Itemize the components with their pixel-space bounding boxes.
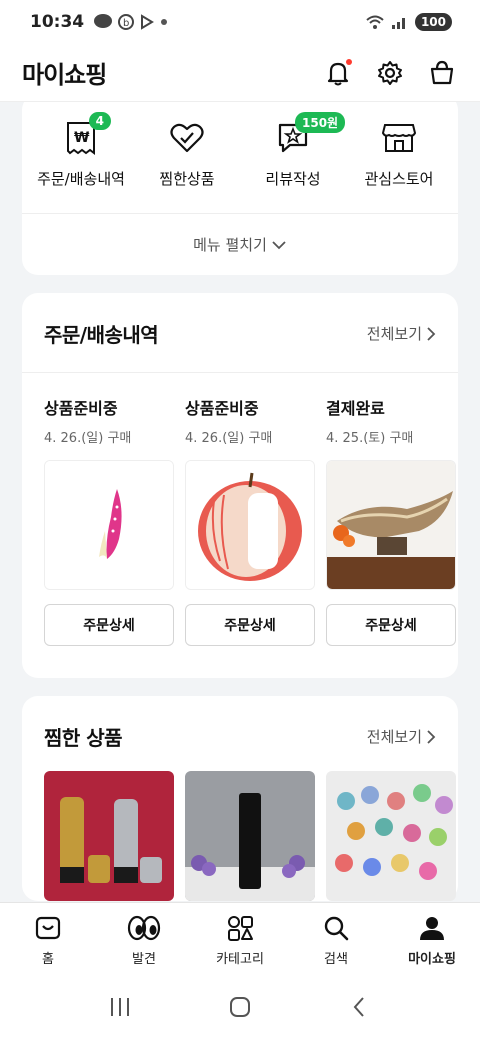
search-icon: [324, 916, 349, 941]
section-title: 주문/배송내역: [44, 323, 159, 347]
app-header: 마이쇼핑: [0, 44, 480, 102]
signal-icon: [391, 18, 405, 29]
order-card: 상품준비중 4. 26.(일) 구매 주문상세: [185, 395, 315, 646]
notification-button[interactable]: [322, 57, 354, 89]
heart-check-icon: [170, 123, 204, 153]
orders-section: 주문/배송내역 전체보기 상품준비중 4. 26.(일) 구매 주문상세 상품준…: [22, 293, 458, 678]
status-time: 10:34: [30, 12, 85, 32]
order-detail-button[interactable]: 주문상세: [185, 604, 315, 646]
chevron-right-icon: [427, 326, 436, 341]
quick-orders[interactable]: ₩ 4 주문/배송내역: [29, 112, 133, 189]
order-status: 결제완료: [326, 399, 385, 418]
see-all-label: 전체보기: [366, 728, 422, 746]
apple-notepad-image: [186, 461, 314, 589]
quick-label: 찜한상품: [159, 170, 215, 188]
wish-item-thumbnail[interactable]: [326, 771, 456, 901]
order-status: 상품준비중: [44, 399, 118, 418]
nav-label: 발견: [132, 952, 156, 967]
quick-wishlist[interactable]: 찜한상품: [135, 118, 239, 189]
dot-icon: [161, 19, 168, 25]
order-card: 상품준비중 4. 26.(일) 구매 주문상세: [44, 395, 174, 646]
stamp-set-image: [44, 771, 174, 901]
nav-label: 마이쇼핑: [408, 952, 456, 967]
order-status: 상품준비중: [185, 399, 259, 418]
expand-menu-button[interactable]: 메뉴 펼치기: [22, 213, 458, 275]
black-stamp-image: [185, 771, 315, 901]
order-date: 4. 25.(토) 구매: [326, 431, 414, 446]
order-date: 4. 26.(일) 구매: [44, 431, 132, 446]
wishlist-section: 찜한 상품 전체보기: [22, 696, 458, 901]
back-icon: [353, 997, 364, 1017]
nav-label: 카테고리: [216, 952, 264, 967]
order-thumbnail[interactable]: [185, 460, 315, 590]
nav-discover[interactable]: 발견: [96, 903, 192, 978]
order-date: 4. 26.(일) 구매: [185, 431, 273, 446]
orders-badge: 4: [88, 112, 111, 130]
order-thumbnail[interactable]: [44, 460, 174, 590]
nav-home[interactable]: 홈: [0, 903, 96, 978]
wifi-icon: [366, 15, 384, 29]
order-detail-button[interactable]: 주문상세: [44, 604, 174, 646]
page-title: 마이쇼핑: [22, 61, 107, 89]
play-icon: [141, 14, 155, 30]
ornament-vase-image: [327, 461, 455, 589]
cart-button[interactable]: [426, 57, 458, 89]
review-reward-badge: 150원: [295, 112, 346, 133]
gear-icon: [378, 60, 402, 85]
order-card: 결제완료 4. 25.(토) 구매 주문상세: [326, 395, 456, 646]
pen-product-image: [45, 461, 173, 589]
content-scroll[interactable]: ₩ 4 주문/배송내역 찜한상품 150원 리뷰작성 관심스토어 메뉴 펼치기 …: [0, 102, 480, 902]
talk-icon: [94, 14, 113, 28]
order-detail-button[interactable]: 주문상세: [326, 604, 456, 646]
shopping-bag-icon: [430, 60, 454, 84]
chevron-right-icon: [427, 729, 436, 744]
nav-category[interactable]: 카테고리: [192, 903, 288, 978]
person-icon: [420, 917, 444, 940]
home-bag-icon: [35, 916, 61, 940]
quick-label: 리뷰작성: [265, 170, 321, 188]
quick-review[interactable]: 150원 리뷰작성: [241, 112, 346, 189]
store-icon: [381, 124, 417, 152]
nav-label: 홈: [42, 952, 54, 967]
quick-label: 관심스토어: [364, 170, 434, 188]
nav-label: 검색: [324, 952, 348, 967]
svg-text:b: b: [123, 18, 129, 29]
chevron-down-icon: [272, 240, 286, 249]
quick-stores[interactable]: 관심스토어: [347, 118, 451, 189]
section-title: 찜한 상품: [44, 726, 123, 750]
nav-myshopping[interactable]: 마이쇼핑: [384, 903, 480, 978]
settings-button[interactable]: [374, 57, 406, 89]
notification-dot: [346, 58, 352, 65]
band-icon: b: [118, 14, 135, 30]
order-thumbnail[interactable]: [326, 460, 456, 590]
quick-label: 주문/배송내역: [37, 170, 125, 188]
nav-search[interactable]: 검색: [288, 903, 384, 978]
wish-item-thumbnail[interactable]: [44, 771, 174, 901]
system-nav-bar: [0, 978, 480, 1040]
category-icon: [228, 916, 253, 941]
bottom-nav: 홈 발견 카테고리 검색 마이쇼핑: [0, 902, 480, 978]
eyes-icon: [127, 915, 161, 941]
recent-apps-icon: [111, 998, 129, 1016]
battery-indicator: 100: [414, 13, 452, 31]
home-system-button[interactable]: [228, 995, 252, 1023]
ink-bottles-image: [326, 771, 456, 901]
see-all-orders-link[interactable]: 전체보기: [367, 323, 436, 344]
see-all-label: 전체보기: [366, 325, 422, 343]
expand-label: 메뉴 펼치기: [193, 236, 267, 254]
wish-item-thumbnail[interactable]: [185, 771, 315, 901]
svg-text:₩: ₩: [74, 130, 90, 146]
status-bar: 10:34 b 100: [0, 0, 480, 44]
back-system-button[interactable]: [348, 995, 372, 1023]
see-all-wishlist-link[interactable]: 전체보기: [367, 726, 436, 747]
home-circle-icon: [230, 997, 250, 1017]
notification-icons: b: [94, 14, 168, 30]
recent-apps-button[interactable]: [108, 995, 132, 1023]
quick-menu-card: ₩ 4 주문/배송내역 찜한상품 150원 리뷰작성 관심스토어 메뉴 펼치기: [22, 102, 458, 275]
